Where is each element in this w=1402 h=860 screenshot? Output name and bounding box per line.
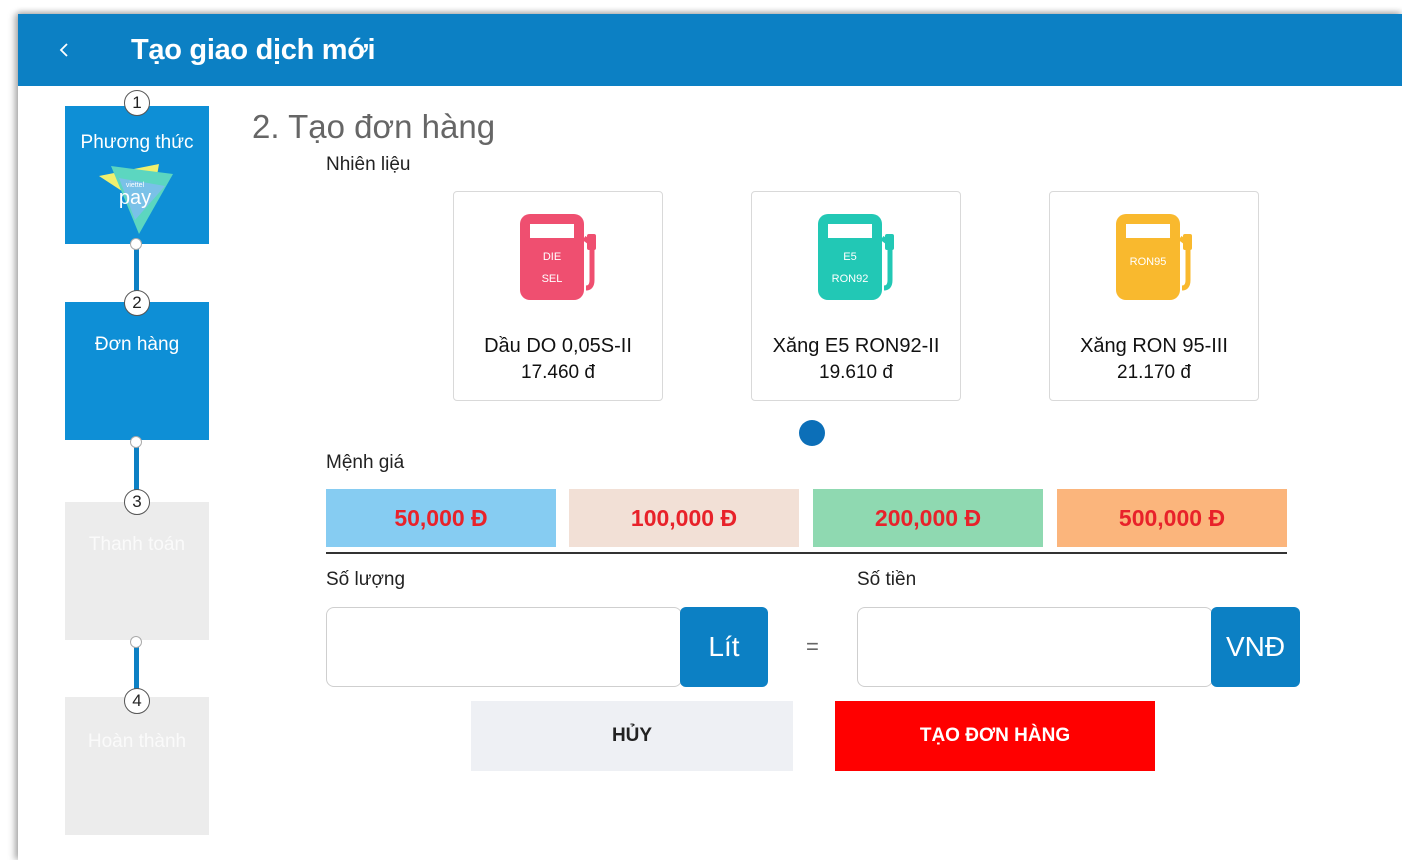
fuel-price: 17.460 đ xyxy=(521,362,595,383)
fuel-pump-icon: RON95 xyxy=(1116,214,1192,300)
fuel-label: Nhiên liệu xyxy=(326,154,411,175)
step-2-order[interactable]: Đơn hàng xyxy=(65,302,209,440)
fuel-pump-icon: E5 RON92 xyxy=(818,214,894,300)
equals-sign: = xyxy=(806,634,819,659)
denomination-100000[interactable]: 100,000 Đ xyxy=(569,489,799,547)
svg-text:RON95: RON95 xyxy=(1130,256,1167,268)
step-connector-3 xyxy=(134,640,139,694)
step-label: Đơn hàng xyxy=(94,334,180,355)
top-app-bar: Tạo giao dịch mới xyxy=(18,14,1402,86)
step-label: Phương thức xyxy=(80,132,194,153)
quantity-label: Số lượng xyxy=(326,569,406,590)
app-window: Tạo giao dịch mới Phương thức viettel pa… xyxy=(18,14,1402,860)
step-4-complete: Hoàn thành xyxy=(65,697,209,835)
step-1-payment-method[interactable]: Phương thức viettel pay xyxy=(65,106,209,244)
step-4-number: 4 xyxy=(124,688,150,714)
fuel-card-diesel[interactable]: DIE SEL Dầu DO 0,05S-II 17.460 đ xyxy=(453,191,663,401)
fuel-name: Xăng E5 RON92-II xyxy=(772,335,940,357)
fuel-name: Xăng RON 95-III xyxy=(1080,335,1228,357)
svg-text:DIE: DIE xyxy=(543,251,561,263)
fuel-card-e5-ron92[interactable]: E5 RON92 Xăng E5 RON92-II 19.610 đ xyxy=(751,191,961,401)
svg-text:RON92: RON92 xyxy=(832,273,869,285)
chevron-left-icon xyxy=(59,43,68,57)
fuel-pump-icon: DIE SEL xyxy=(520,214,596,300)
denomination-50000[interactable]: 50,000 Đ xyxy=(326,489,556,547)
cancel-button[interactable]: HỦY xyxy=(471,701,793,771)
step-3-payment: Thanh toán xyxy=(65,502,209,640)
quantity-input[interactable] xyxy=(326,607,682,687)
logo-text: pay xyxy=(119,187,151,209)
fuel-price: 19.610 đ xyxy=(819,362,893,383)
step-1-bottom-dot xyxy=(130,238,142,250)
section-title: 2. Tạo đơn hàng xyxy=(252,108,496,145)
viettelpay-logo: viettel pay xyxy=(99,164,173,234)
step-3-number: 3 xyxy=(124,489,150,515)
fuel-name: Dầu DO 0,05S-II xyxy=(484,335,632,357)
amount-input[interactable] xyxy=(857,607,1213,687)
fuel-price: 21.170 đ xyxy=(1117,362,1191,383)
step-2-bottom-dot xyxy=(130,436,142,448)
svg-text:E5: E5 xyxy=(843,251,856,263)
step-3-bottom-dot xyxy=(130,636,142,648)
denomination-label: Mệnh giá xyxy=(326,452,405,473)
divider xyxy=(326,552,1287,554)
svg-text:SEL: SEL xyxy=(542,273,563,285)
denomination-200000[interactable]: 200,000 Đ xyxy=(813,489,1043,547)
back-button[interactable] xyxy=(54,34,78,66)
amount-label: Số tiền xyxy=(857,569,917,590)
vnd-unit-button[interactable]: VNĐ xyxy=(1211,607,1300,687)
fuel-card-ron95[interactable]: RON95 Xăng RON 95-III 21.170 đ xyxy=(1049,191,1259,401)
page-title: Tạo giao dịch mới xyxy=(131,34,376,66)
carousel-page-indicator[interactable] xyxy=(799,420,825,446)
step-2-number: 2 xyxy=(124,290,150,316)
denomination-500000[interactable]: 500,000 Đ xyxy=(1057,489,1287,547)
create-order-button[interactable]: TẠO ĐƠN HÀNG xyxy=(835,701,1155,771)
step-label: Thanh toán xyxy=(88,534,186,555)
step-label: Hoàn thành xyxy=(87,731,187,752)
step-1-number: 1 xyxy=(124,90,150,116)
liter-unit-button[interactable]: Lít xyxy=(680,607,768,687)
